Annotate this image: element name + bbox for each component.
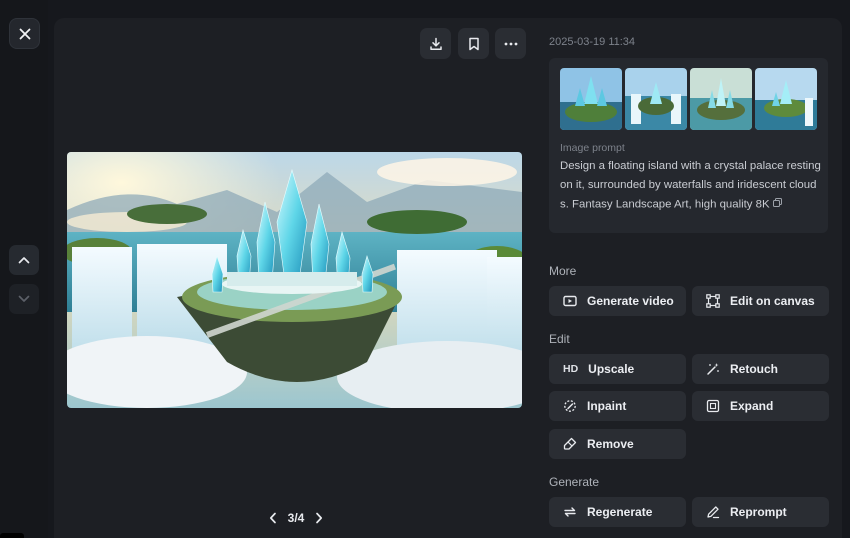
remove-button[interactable]: Remove xyxy=(549,429,686,459)
retouch-label: Retouch xyxy=(730,362,778,376)
section-label-more: More xyxy=(549,264,577,278)
chevron-left-icon xyxy=(269,512,276,524)
close-icon xyxy=(19,28,30,39)
chevron-up-icon xyxy=(18,257,30,264)
generate-video-button[interactable]: Generate video xyxy=(549,286,686,316)
generated-image xyxy=(67,152,522,408)
reprompt-label: Reprompt xyxy=(730,505,787,519)
more-options-button[interactable] xyxy=(495,28,526,59)
regenerate-button[interactable]: Regenerate xyxy=(549,497,686,527)
upscale-button[interactable]: HD Upscale xyxy=(549,354,686,384)
hd-badge: HD xyxy=(563,363,579,375)
inpaint-label: Inpaint xyxy=(587,399,627,413)
previous-image-button[interactable] xyxy=(9,245,39,275)
copy-prompt-button[interactable] xyxy=(772,195,782,214)
section-label-generate: Generate xyxy=(549,475,600,489)
pencil-icon xyxy=(706,505,720,519)
generate-video-label: Generate video xyxy=(587,294,674,308)
canvas-icon xyxy=(706,294,720,308)
next-image-button[interactable] xyxy=(9,284,39,314)
download-button[interactable] xyxy=(420,28,451,59)
copy-icon xyxy=(772,198,782,207)
timestamp: 2025-03-19 11:34 xyxy=(549,36,636,48)
page-indicator: 3/4 xyxy=(287,511,305,525)
more-icon xyxy=(504,42,517,45)
bookmark-icon xyxy=(468,37,479,50)
expand-label: Expand xyxy=(730,399,774,413)
video-icon xyxy=(563,294,577,308)
retouch-button[interactable]: Retouch xyxy=(692,354,829,384)
chevron-right-icon xyxy=(316,512,323,524)
prompt-label: Image prompt xyxy=(560,142,625,154)
section-label-edit: Edit xyxy=(549,332,570,346)
prompt-card: Image prompt Design a floating island wi… xyxy=(549,58,828,233)
prompt-text: Design a floating island with a crystal … xyxy=(560,157,822,215)
inpaint-icon xyxy=(563,399,577,413)
bookmark-button[interactable] xyxy=(458,28,489,59)
thumbnail-4[interactable] xyxy=(755,68,817,130)
reprompt-button[interactable]: Reprompt xyxy=(692,497,829,527)
expand-icon xyxy=(706,399,720,413)
prompt-text-content: Design a floating island with a crystal … xyxy=(560,160,821,211)
eraser-icon xyxy=(563,437,577,451)
retouch-icon xyxy=(706,362,720,376)
expand-button[interactable]: Expand xyxy=(692,391,829,421)
thumbnail-strip xyxy=(560,68,817,130)
close-button[interactable] xyxy=(9,18,40,49)
chevron-down-icon xyxy=(18,295,30,302)
pager-previous-button[interactable] xyxy=(266,510,280,526)
edit-on-canvas-button[interactable]: Edit on canvas xyxy=(692,286,829,316)
regenerate-label: Regenerate xyxy=(587,505,653,519)
inpaint-button[interactable]: Inpaint xyxy=(549,391,686,421)
download-icon xyxy=(429,37,442,50)
window-corner xyxy=(0,533,24,538)
thumbnail-1[interactable] xyxy=(560,68,622,130)
edit-on-canvas-label: Edit on canvas xyxy=(730,294,815,308)
remove-label: Remove xyxy=(587,437,634,451)
pager-next-button[interactable] xyxy=(312,510,326,526)
thumbnail-2[interactable] xyxy=(625,68,687,130)
regenerate-icon xyxy=(563,505,577,519)
pagination: 3/4 xyxy=(266,508,326,528)
upscale-label: Upscale xyxy=(588,362,635,376)
thumbnail-3[interactable] xyxy=(690,68,752,130)
